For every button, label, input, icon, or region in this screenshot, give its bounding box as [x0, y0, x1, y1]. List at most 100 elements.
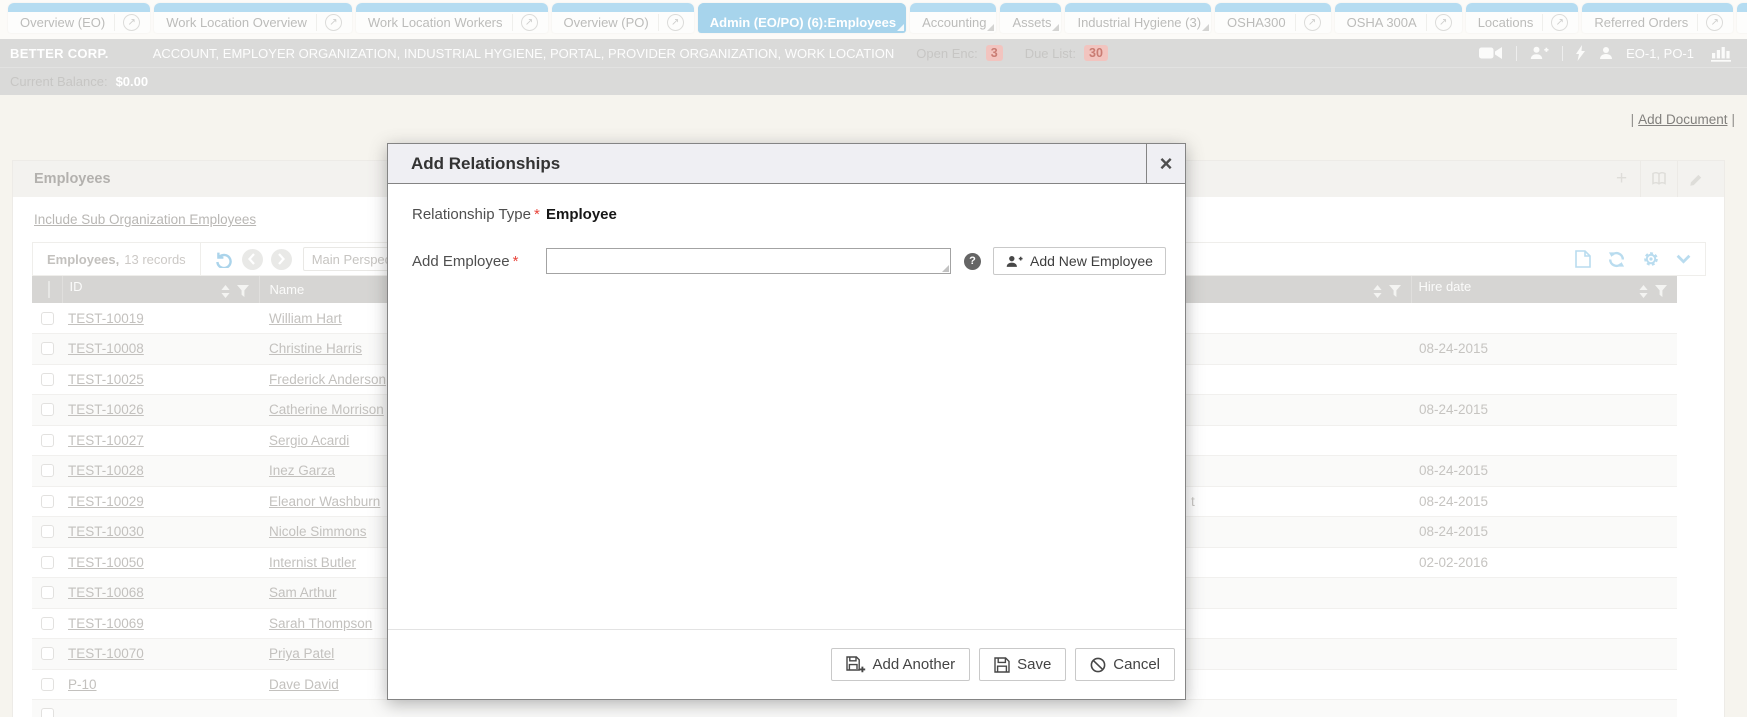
- add-another-button[interactable]: Add Another: [831, 648, 971, 681]
- open-in-new-icon[interactable]: ↗: [1697, 14, 1723, 31]
- open-in-new-icon[interactable]: ↗: [1542, 14, 1568, 31]
- tab[interactable]: Work Location Workers ↗: [356, 3, 548, 33]
- employee-id-link[interactable]: TEST-10029: [68, 494, 144, 509]
- select-all-checkbox[interactable]: [48, 281, 50, 298]
- lightning-icon[interactable]: [1576, 45, 1586, 61]
- sort-icon[interactable]: [1639, 285, 1648, 301]
- tab[interactable]: Accounting ↗: [910, 3, 996, 33]
- employee-id-link[interactable]: TEST-10028: [68, 463, 144, 478]
- row-checkbox[interactable]: [41, 342, 54, 355]
- row-checkbox[interactable]: [41, 647, 54, 660]
- add-employee-input[interactable]: [546, 248, 951, 274]
- filter-icon[interactable]: [1389, 285, 1401, 300]
- add-icon[interactable]: +: [1603, 161, 1640, 197]
- employee-name-link[interactable]: Catherine Morrison: [269, 402, 384, 417]
- user-scope-label[interactable]: EO-1, PO-1: [1626, 46, 1694, 61]
- tab[interactable]: Referred Orders ↗: [1582, 3, 1733, 33]
- row-checkbox[interactable]: [41, 586, 54, 599]
- book-icon[interactable]: [1640, 161, 1677, 197]
- filter-icon[interactable]: [237, 285, 249, 300]
- due-list-badge[interactable]: 30: [1084, 45, 1108, 61]
- cancel-button[interactable]: Cancel: [1075, 648, 1175, 681]
- refresh-icon[interactable]: [1607, 250, 1626, 269]
- open-in-new-icon[interactable]: ↗: [114, 14, 140, 31]
- user-icon[interactable]: [1599, 46, 1613, 60]
- employee-name-link[interactable]: Frederick Anderson: [269, 372, 386, 387]
- gear-icon[interactable]: [1642, 250, 1660, 268]
- row-checkbox[interactable]: [41, 434, 54, 447]
- tab[interactable]: Assets ↗: [1000, 3, 1061, 33]
- help-icon[interactable]: ?: [964, 253, 981, 270]
- tab[interactable]: Locations ↗: [1466, 3, 1579, 33]
- sort-icon[interactable]: [1373, 285, 1382, 301]
- employee-id-link[interactable]: TEST-10025: [68, 372, 144, 387]
- employee-name-link[interactable]: Inez Garza: [269, 463, 335, 478]
- open-in-new-icon[interactable]: ↗: [512, 14, 538, 31]
- employee-name-link[interactable]: Internist Butler: [269, 555, 356, 570]
- row-checkbox[interactable]: [41, 373, 54, 386]
- row-checkbox[interactable]: [41, 312, 54, 325]
- select-all-header[interactable]: [32, 276, 62, 303]
- row-checkbox[interactable]: [41, 708, 54, 717]
- employee-id-link[interactable]: TEST-10008: [68, 341, 144, 356]
- row-checkbox[interactable]: [41, 556, 54, 569]
- tab[interactable]: Work Location Overview ↗: [154, 3, 352, 33]
- pencil-icon[interactable]: [1677, 161, 1714, 197]
- employee-id-link[interactable]: TEST-10050: [68, 555, 144, 570]
- employee-name-link[interactable]: Sergio Acardi: [269, 433, 349, 448]
- chevron-right-icon[interactable]: [271, 249, 292, 270]
- add-new-employee-button[interactable]: Add New Employee: [993, 247, 1166, 275]
- tab[interactable]: Industrial Hygiene (3) ↗: [1065, 3, 1211, 33]
- row-checkbox[interactable]: [41, 403, 54, 416]
- bar-chart-icon[interactable]: [1711, 45, 1731, 62]
- undo-icon[interactable]: [214, 250, 234, 268]
- employee-name-link[interactable]: Christine Harris: [269, 341, 362, 356]
- save-button[interactable]: Save: [979, 648, 1066, 681]
- new-document-icon[interactable]: [1575, 250, 1591, 268]
- row-checkbox[interactable]: [41, 464, 54, 477]
- column-header-hire-date[interactable]: Hire date: [1411, 276, 1677, 303]
- employee-name-link[interactable]: Eleanor Washburn: [269, 494, 380, 509]
- employee-name-link[interactable]: Sarah Thompson: [269, 616, 372, 631]
- chevron-left-icon[interactable]: [242, 249, 263, 270]
- employee-id-link[interactable]: TEST-10069: [68, 616, 144, 631]
- sort-icon[interactable]: [221, 285, 230, 301]
- employee-id-link[interactable]: TEST-10070: [68, 646, 144, 661]
- module-menu[interactable]: ACCOUNT, EMPLOYER ORGANIZATION, INDUSTRI…: [153, 46, 895, 61]
- row-checkbox[interactable]: [41, 495, 54, 508]
- filter-icon[interactable]: [1655, 285, 1667, 300]
- employee-id-link[interactable]: TEST-10027: [68, 433, 144, 448]
- tab[interactable]: Overview (EO) ↗: [8, 3, 150, 33]
- open-in-new-icon[interactable]: ↗: [316, 14, 342, 31]
- row-checkbox[interactable]: [41, 525, 54, 538]
- include-sub-org-link[interactable]: Include Sub Organization Employees: [34, 211, 256, 228]
- chevron-down-icon[interactable]: [1676, 254, 1691, 264]
- tab[interactable]: OSHA300 ↗: [1215, 3, 1331, 33]
- employee-name-link[interactable]: Priya Patel: [269, 646, 334, 661]
- modal-header[interactable]: Add Relationships ×: [388, 144, 1185, 184]
- employee-id-link[interactable]: TEST-10030: [68, 524, 144, 539]
- tab[interactable]: Admin (EO/PO) (6):Employees ↗: [698, 3, 906, 33]
- video-icon[interactable]: [1479, 46, 1503, 60]
- open-in-new-icon[interactable]: ↗: [658, 14, 684, 31]
- add-document-link[interactable]: Add Document: [1638, 112, 1727, 127]
- open-in-new-icon[interactable]: ↗: [1426, 14, 1452, 31]
- employee-name-link[interactable]: Sam Arthur: [269, 585, 337, 600]
- row-checkbox[interactable]: [41, 617, 54, 630]
- add-user-icon[interactable]: [1530, 46, 1549, 60]
- close-icon[interactable]: ×: [1146, 144, 1185, 183]
- employee-id-link[interactable]: P-10: [68, 677, 97, 692]
- employee-id-link[interactable]: TEST-10068: [68, 585, 144, 600]
- tab[interactable]: OSHA 300A ↗: [1335, 3, 1462, 33]
- employee-name-link[interactable]: Dave David: [269, 677, 339, 692]
- row-checkbox[interactable]: [41, 678, 54, 691]
- open-enc-badge[interactable]: 3: [986, 45, 1003, 61]
- tab[interactable]: Portal Management ↗: [1737, 3, 1747, 33]
- column-header-id[interactable]: ID: [62, 276, 259, 303]
- tab[interactable]: Overview (PO) ↗: [552, 3, 694, 33]
- employee-id-link[interactable]: TEST-10026: [68, 402, 144, 417]
- employee-id-link[interactable]: TEST-10019: [68, 311, 144, 326]
- employee-name-link[interactable]: Nicole Simmons: [269, 524, 367, 539]
- employee-name-link[interactable]: William Hart: [269, 311, 342, 326]
- open-in-new-icon[interactable]: ↗: [1295, 14, 1321, 31]
